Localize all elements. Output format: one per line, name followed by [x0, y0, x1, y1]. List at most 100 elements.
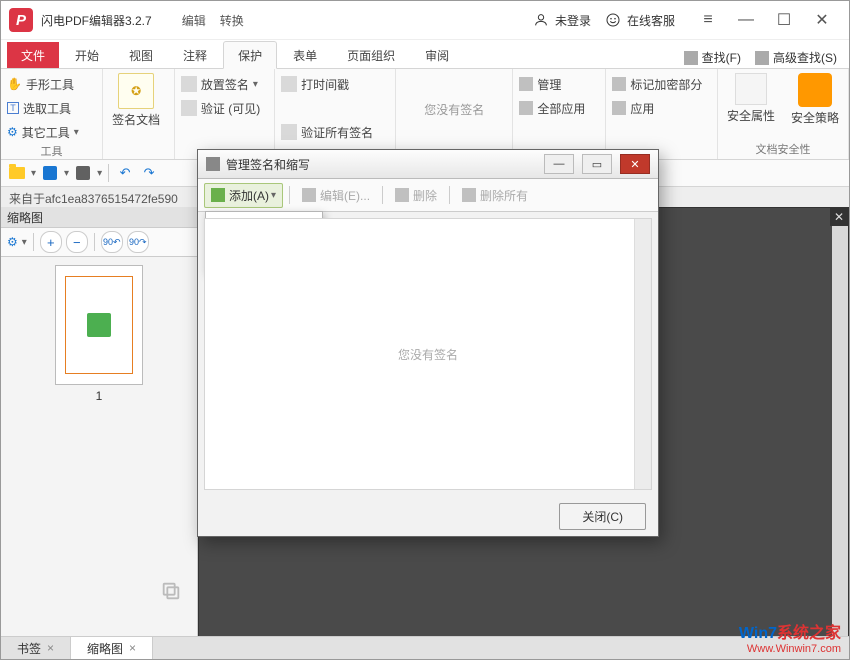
- mini-edit[interactable]: 编辑: [182, 12, 206, 29]
- place-signature[interactable]: 放置签名▾: [181, 73, 260, 95]
- rotate-right[interactable]: 90↷: [127, 231, 149, 253]
- ribbon: ✋手形工具 T选取工具 ⚙其它工具▾ 工具 ✪签名文档 放置签名▾ 验证 (可见…: [1, 69, 849, 160]
- bottom-tabs: 书签× 缩略图×: [1, 636, 849, 659]
- close-icon[interactable]: ×: [129, 641, 136, 655]
- thumb-tools: ⚙▾ + − 90↶ 90↷: [1, 228, 197, 257]
- tab-page[interactable]: 页面组织: [333, 42, 409, 68]
- empty-message: 您没有签名: [398, 346, 458, 363]
- redo-button[interactable]: ↷: [139, 163, 159, 183]
- dialog-scrollbar[interactable]: [634, 219, 651, 489]
- find-button[interactable]: 查找(F): [680, 47, 745, 68]
- close-button[interactable]: ✕: [803, 5, 841, 35]
- folder-icon: [9, 167, 25, 179]
- online-service[interactable]: 在线客服: [605, 12, 675, 29]
- close-icon[interactable]: ×: [47, 641, 54, 655]
- security-props[interactable]: 安全属性: [724, 73, 778, 124]
- open-button[interactable]: [7, 163, 27, 183]
- check-icon: [181, 100, 197, 116]
- manage-button[interactable]: 管理: [519, 73, 585, 95]
- titlebar: P 闪电PDF编辑器3.2.7 编辑 转换 未登录 在线客服 ≡ — ☐ ✕: [1, 1, 849, 40]
- page-number: 1: [96, 389, 103, 403]
- timestamp[interactable]: 打时间戳: [281, 73, 373, 95]
- restore-button[interactable]: 全部应用: [519, 97, 585, 119]
- hand-tool[interactable]: ✋手形工具: [7, 73, 79, 95]
- select-tool[interactable]: T选取工具: [7, 97, 79, 119]
- tab-view[interactable]: 视图: [115, 42, 167, 68]
- edit-button[interactable]: 编辑(E)...: [296, 184, 376, 207]
- dialog-minimize[interactable]: —: [544, 154, 574, 174]
- mark-button[interactable]: 标记加密部分: [612, 73, 702, 95]
- clock-icon: [281, 76, 297, 92]
- mark-icon: [612, 77, 626, 91]
- leaf-icon: [87, 313, 111, 337]
- close-button[interactable]: 关闭(C): [559, 503, 646, 530]
- zoom-out[interactable]: −: [66, 231, 88, 253]
- other-tools[interactable]: ⚙其它工具▾: [7, 121, 79, 143]
- dialog-title: 管理签名和缩写: [226, 156, 310, 173]
- manage-signatures-dialog: 管理签名和缩写 — ▭ ✕ 添加(A)▾ 编辑(E)... 删除 删除所有 从文…: [197, 149, 659, 537]
- add-icon: [211, 188, 225, 202]
- user-login[interactable]: 未登录: [533, 12, 591, 29]
- tab-file[interactable]: 文件: [7, 42, 59, 68]
- badge-icon: ✪: [118, 73, 154, 109]
- app-icon: P: [9, 8, 33, 32]
- tab-thumbnails[interactable]: 缩略图×: [71, 637, 153, 659]
- zoom-in[interactable]: +: [40, 231, 62, 253]
- canvas-scrollbar[interactable]: [832, 226, 848, 636]
- print-button[interactable]: [73, 163, 93, 183]
- thumb-title: 缩略图: [1, 207, 197, 228]
- tools-caption: 工具: [7, 143, 96, 159]
- dialog-footer: 关闭(C): [198, 496, 658, 536]
- tab-protect[interactable]: 保护: [223, 41, 277, 69]
- copy-icon[interactable]: [155, 575, 187, 607]
- tab-bookmark[interactable]: 书签×: [1, 637, 71, 659]
- rotate-left[interactable]: 90↶: [101, 231, 123, 253]
- manage-icon: [519, 77, 533, 91]
- minimize-button[interactable]: —: [727, 5, 765, 35]
- dialog-body: 您没有签名: [204, 218, 652, 490]
- maximize-button[interactable]: ☐: [765, 5, 803, 35]
- app-window: P 闪电PDF编辑器3.2.7 编辑 转换 未登录 在线客服 ≡ — ☐ ✕ 文…: [0, 0, 850, 660]
- hamburger-icon[interactable]: ≡: [689, 5, 727, 35]
- edit-icon: [302, 188, 316, 202]
- tab-form[interactable]: 表单: [279, 42, 331, 68]
- print-icon: [76, 166, 90, 180]
- thumb-options[interactable]: ⚙: [7, 235, 18, 249]
- delete-button[interactable]: 删除: [389, 184, 443, 207]
- apply-icon: [612, 101, 626, 115]
- thumbnail-panel: 缩略图 ⚙▾ + − 90↶ 90↷ 1: [1, 207, 198, 637]
- delete-all-button[interactable]: 删除所有: [456, 184, 534, 207]
- security-policy[interactable]: 安全策略: [788, 73, 842, 126]
- page-thumbnail[interactable]: [55, 265, 143, 385]
- tab-review[interactable]: 审阅: [411, 42, 463, 68]
- main-tabs: 文件 开始 视图 注释 保护 表单 页面组织 审阅 查找(F) 高级查找(S): [1, 40, 849, 69]
- dialog-titlebar[interactable]: 管理签名和缩写 — ▭ ✕: [198, 150, 658, 179]
- adv-find-button[interactable]: 高级查找(S): [751, 47, 841, 68]
- sig-icon: [181, 76, 197, 92]
- save-icon: [43, 166, 57, 180]
- delete-icon: [395, 188, 409, 202]
- apply-button[interactable]: 应用: [612, 97, 702, 119]
- dialog-close[interactable]: ✕: [620, 154, 650, 174]
- dialog-icon: [206, 157, 220, 171]
- dialog-maximize[interactable]: ▭: [582, 154, 612, 174]
- security-caption: 文档安全性: [724, 141, 842, 157]
- find-icon: [684, 51, 698, 65]
- verify-all[interactable]: 验证所有签名: [281, 121, 373, 143]
- sign-doc-button[interactable]: ✪签名文档: [109, 73, 163, 128]
- user-icon: [533, 12, 549, 28]
- doc-icon: [735, 73, 767, 105]
- verify-visible[interactable]: 验证 (可见): [181, 97, 260, 119]
- no-signature-msg: 您没有签名: [402, 73, 506, 145]
- canvas-close[interactable]: ✕: [830, 208, 848, 226]
- mini-convert[interactable]: 转换: [220, 12, 244, 29]
- add-button[interactable]: 添加(A)▾: [204, 183, 283, 208]
- tab-start[interactable]: 开始: [61, 42, 113, 68]
- save-button[interactable]: [40, 163, 60, 183]
- app-title: 闪电PDF编辑器3.2.7: [41, 12, 152, 29]
- checks-icon: [281, 124, 297, 140]
- mini-menu: 编辑 转换: [182, 12, 244, 29]
- tab-note[interactable]: 注释: [169, 42, 221, 68]
- adv-find-icon: [755, 51, 769, 65]
- undo-button[interactable]: ↶: [115, 163, 135, 183]
